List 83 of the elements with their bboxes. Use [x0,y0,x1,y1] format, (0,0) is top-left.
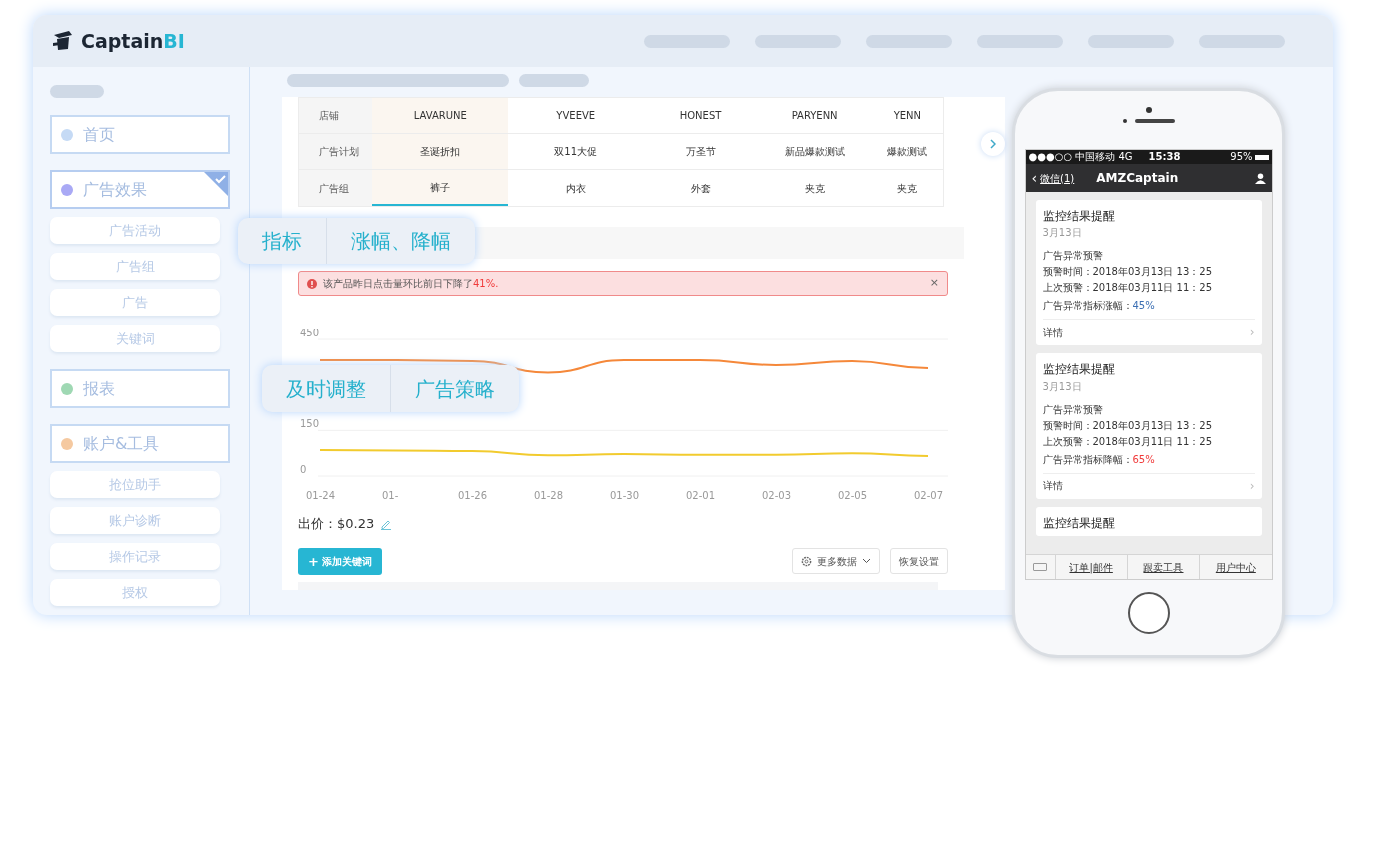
logo-text: CaptainBI [81,28,185,54]
callout-text: 指标 [261,228,303,255]
metric-value: 65% [1132,452,1155,467]
axis-label: 02-03 [762,490,792,501]
card-line: 广告异常预警 [1042,249,1104,264]
table-cell[interactable]: YENN [871,98,943,133]
table-cell[interactable]: 外套 [643,170,758,206]
axis-label: 150 [300,418,320,430]
card-title: 监控结果提醒 [1042,514,1116,532]
table-cell[interactable]: 内衣 [508,170,644,206]
user-icon[interactable] [1254,172,1266,184]
captain-logo-icon [51,29,75,53]
close-icon[interactable]: × [929,275,939,292]
battery-icon [1254,154,1269,160]
table-cell[interactable]: 爆款测试 [871,134,943,169]
callout-text: 涨幅、降幅 [326,218,475,264]
battery-text: 95% [1230,152,1253,162]
row-header: 广告计划 [299,134,373,169]
chevron-down-icon [862,558,871,564]
row-header: 广告组 [299,170,373,206]
error-icon [307,278,317,289]
axis-label: 02-01 [686,490,716,501]
chat-title: AMZCaptain [1096,170,1179,187]
table-cell[interactable]: 圣诞折扣 [372,134,508,169]
card-title: 监控结果提醒 [1042,208,1116,225]
callout-text: 广告策略 [390,365,519,412]
details-link[interactable]: 详情 › [1042,319,1255,342]
card-line: 广告异常预警 [1042,402,1104,417]
placeholder-bar [519,74,589,87]
table-cell[interactable]: 双11大促 [508,134,644,169]
axis-label: 0 [300,464,307,475]
card-title: 监控结果提醒 [1042,361,1116,379]
axis-label: 02-07 [914,490,944,501]
home-button[interactable] [1127,592,1170,634]
table-cell[interactable]: 夹克 [757,170,872,206]
table-cell[interactable]: 裤子 [372,170,508,206]
settings-icon [801,555,812,567]
card-date: 3月13日 [1042,226,1083,241]
back-link[interactable]: 微信(1) [1040,170,1075,186]
more-data-dropdown[interactable]: 更多数据 [792,548,880,574]
placeholder-bar [50,85,104,98]
table-cell[interactable]: YVEEVE [508,98,644,133]
card-date: 3月13日 [1042,379,1083,394]
bid-label: 出价：$0.23 [298,515,375,533]
menu-tab[interactable]: 用户中心 [1200,555,1272,579]
reset-button[interactable]: 恢复设置 [890,548,948,574]
chevron-right-icon: › [1249,323,1255,342]
card-line: 上次预警：2018年03月11日 11：25 [1042,281,1214,296]
metric-label: 广告异常指标降幅： [1042,452,1133,467]
table-cell[interactable]: HONEST [643,98,758,133]
back-chevron-icon[interactable]: ‹ [1031,171,1038,185]
details-link[interactable]: 详情 › [1042,472,1255,495]
plus-icon: + [308,554,319,568]
chevron-right-icon: › [1249,476,1255,495]
metric-label: 广告异常指标涨幅： [1042,299,1133,314]
axis-label: 02-05 [838,490,868,501]
axis-label: 01- [382,490,399,501]
table-cell[interactable]: PARYENN [757,98,872,133]
card-line: 上次预警：2018年03月11日 11：25 [1042,434,1214,449]
card-line: 预警时间：2018年03月13日 13：25 [1042,418,1214,433]
phone-sensor-icon [1122,119,1127,123]
table-cell[interactable]: 夹克 [871,170,943,206]
menu-tab[interactable]: 跟卖工具 [1127,555,1201,579]
checkmark-corner-icon [204,172,228,196]
chevron-right-icon [990,139,996,149]
card-line: 预警时间：2018年03月13日 13：25 [1042,265,1214,280]
row-header: 店铺 [299,98,373,133]
axis-label: 01-26 [458,490,488,501]
menu-tab[interactable]: 订单|邮件 [1055,555,1128,579]
axis-label: 450 [300,329,320,338]
table-cell[interactable]: 万圣节 [643,134,758,169]
axis-label: 01-28 [534,490,564,501]
status-time: 15:38 [1148,152,1181,162]
alert-message: 该产品昨日点击量环比前日下降了41%. [323,277,499,291]
table-cell[interactable]: LAVARUNE [372,98,508,133]
phone-speaker [1134,119,1175,123]
axis-label: 01-30 [610,490,640,501]
metric-value: 45% [1132,299,1155,314]
phone-camera-icon [1145,107,1152,113]
table-cell[interactable]: 新品爆款测试 [757,134,872,169]
carrier-text: ●●●○○ 中国移动 4G [1028,152,1133,162]
axis-label: 01-24 [306,490,336,501]
callout-text: 及时调整 [285,375,367,403]
